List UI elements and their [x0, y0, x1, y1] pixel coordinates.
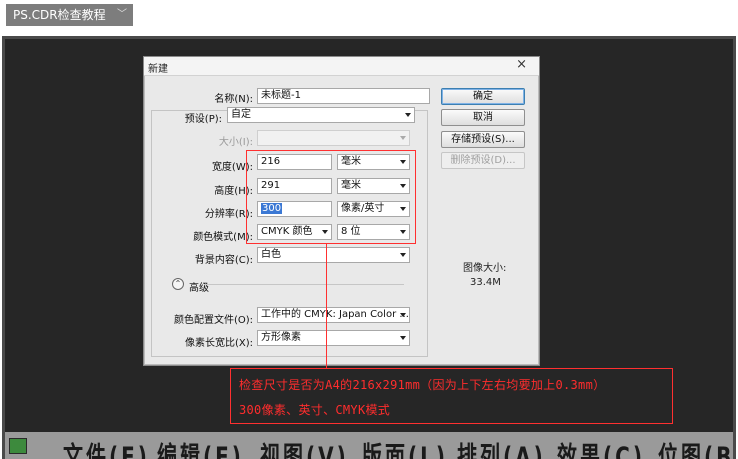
close-icon[interactable]: ×	[516, 57, 527, 72]
preset-select[interactable]: 自定	[227, 107, 415, 123]
size-label: 大小(I):	[218, 137, 253, 148]
menu-bar: 文件(F) 编辑(E) 视图(V) 版面(L) 排列(A) 效果(C) 位图(B…	[5, 432, 733, 459]
dropdown-arrow-icon	[400, 336, 406, 340]
collapse-advanced-icon[interactable]: ⌃	[172, 278, 184, 290]
preset-value: 自定	[231, 109, 251, 120]
advanced-divider	[204, 284, 404, 285]
save-preset-button[interactable]: 存储预设(S)...	[441, 131, 525, 148]
color-profile-select[interactable]: 工作中的 CMYK: Japan Color ...	[257, 307, 410, 323]
menu-item-arrange[interactable]: 排列(A)	[457, 435, 546, 459]
chevron-down-icon: ﹀	[117, 9, 127, 20]
tutorial-tag[interactable]: PS.CDR检查教程 ﹀	[6, 4, 133, 26]
pixel-aspect-label: 像素长宽比(X):	[184, 338, 253, 349]
image-size-label: 图像大小:	[463, 263, 507, 274]
name-input[interactable]: 未标题-1	[257, 88, 430, 104]
menu-item-edit[interactable]: 编辑(E)	[157, 435, 244, 459]
background-select[interactable]: 白色	[257, 247, 410, 263]
dropdown-arrow-icon	[405, 113, 411, 117]
dropdown-arrow-icon	[400, 136, 406, 140]
menu-item-view[interactable]: 视图(V)	[260, 435, 349, 459]
dropdown-arrow-icon	[400, 253, 406, 257]
tutorial-tag-label: PS.CDR检查教程	[13, 8, 106, 22]
name-label: 名称(N):	[214, 94, 253, 105]
dialog-title-bar[interactable]: 新建 ×	[144, 57, 539, 76]
advanced-label[interactable]: 高级	[189, 279, 209, 294]
ok-button[interactable]: 确定	[441, 88, 525, 105]
color-profile-label: 颜色配置文件(O):	[173, 315, 253, 326]
menu-item-file[interactable]: 文件(F)	[63, 435, 150, 459]
app-logo-icon	[9, 438, 27, 454]
background-value: 白色	[261, 249, 281, 260]
preset-label: 预设(P):	[184, 114, 222, 125]
menu-item-bitmap[interactable]: 位图(B)	[658, 435, 733, 459]
image-size-value: 33.4M	[470, 277, 501, 288]
menu-item-effects[interactable]: 效果(C)	[557, 435, 645, 459]
size-select[interactable]	[257, 130, 410, 146]
highlight-rectangle	[246, 150, 416, 244]
pixel-aspect-select[interactable]: 方形像素	[257, 330, 410, 346]
delete-preset-button[interactable]: 删除预设(D)...	[441, 152, 525, 169]
cancel-button[interactable]: 取消	[441, 109, 525, 126]
dialog-title: 新建	[148, 64, 168, 75]
dropdown-arrow-icon	[400, 313, 406, 317]
background-label: 背景内容(C):	[194, 255, 253, 266]
color-profile-value: 工作中的 CMYK: Japan Color ...	[261, 309, 409, 320]
pixel-aspect-value: 方形像素	[261, 332, 301, 343]
annotation-line-1: 检查尺寸是否为A4的216x291mm（因为上下左右均要加上0.3mm）	[239, 378, 606, 392]
menu-item-layout[interactable]: 版面(L)	[362, 435, 448, 459]
annotation-connector-line	[326, 244, 327, 368]
annotation-line-2: 300像素、英寸、CMYK模式	[239, 403, 391, 417]
color-mode-label: 颜色模式(M):	[193, 232, 253, 243]
